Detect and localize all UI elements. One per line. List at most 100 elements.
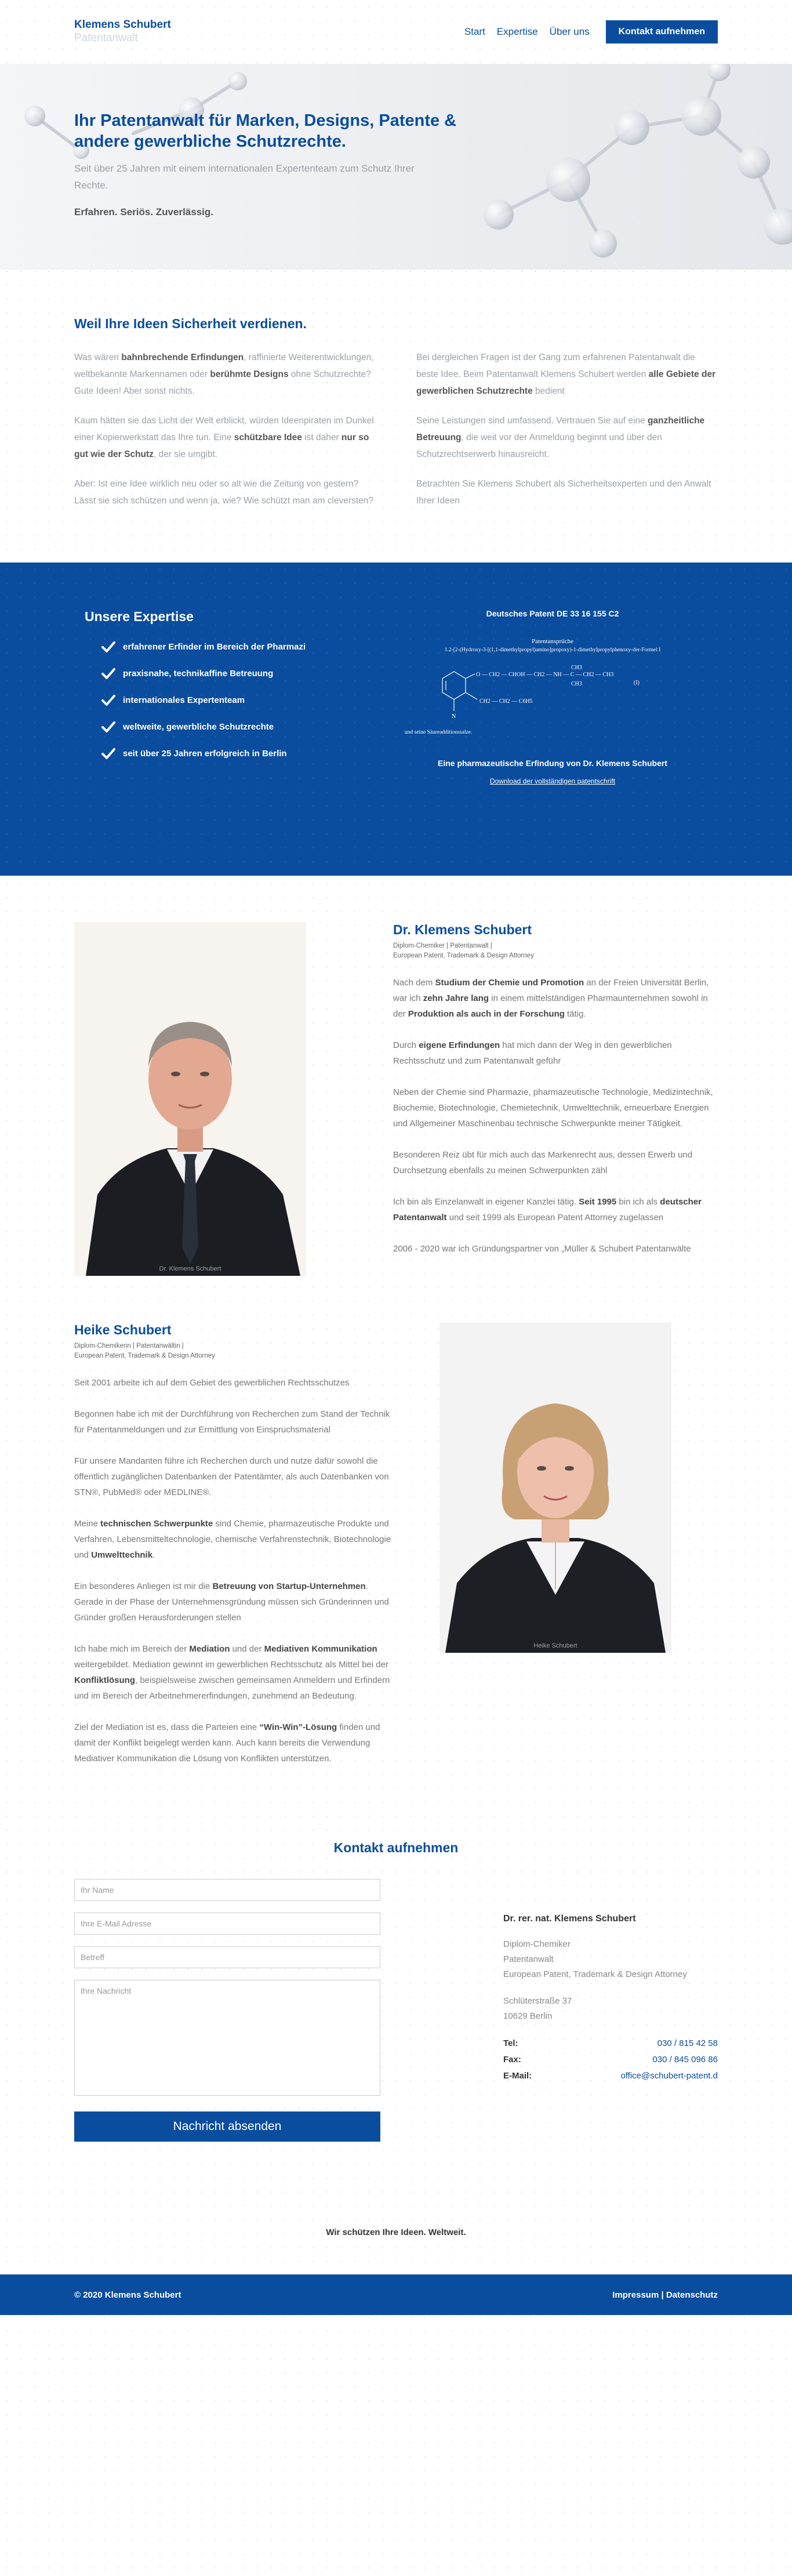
patent-caption: Eine pharmazeutische Erfindung von Dr. K…: [438, 759, 667, 768]
expertise-item-label: praxisnahe, technikaffine Betreuung: [123, 668, 274, 679]
expertise-title: Unsere Expertise: [85, 609, 194, 624]
contact-street: Schlüterstraße 37: [503, 1996, 572, 2006]
chemical-structure-image: CH3 O — CH2 — CHOH — CH2 — NH — C — CH2 …: [442, 665, 640, 720]
intro-paragraph: Betrachten Sie Klemens Schubert als Sich…: [416, 479, 711, 506]
intro-paragraph: Kaum hätten sie das Licht der Welt erbli…: [74, 416, 374, 459]
patent-download-link[interactable]: Download der vollständigen patentschrift: [490, 777, 615, 785]
expertise-item-label: seit über 25 Jahren erfolgreich in Berli…: [123, 748, 287, 759]
bio-paragraph: Durch eigene Erfindungen hat mich dann d…: [393, 1040, 672, 1066]
klemens-name: Dr. Klemens Schubert: [393, 922, 532, 937]
expertise-item: erfahrener Erfinder im Bereich der Pharm…: [101, 638, 399, 655]
nav-expertise[interactable]: Expertise: [497, 26, 538, 38]
phone-label: Tel:: [503, 2038, 518, 2048]
fax-row: Fax: 030 / 845 096 86: [503, 2052, 718, 2068]
expertise-item: seit über 25 Jahren erfolgreich in Berli…: [101, 745, 399, 761]
checkmark-icon: [101, 668, 115, 679]
expertise-item: internationales Expertenteam: [101, 692, 399, 708]
bio-paragraph: Besonderen Reiz übt für mich auch das Ma…: [393, 1150, 693, 1175]
formula-side-chain: CH2 — CH2 — C6H5: [479, 698, 533, 705]
klemens-portrait-photo: Dr. Klemens Schubert: [74, 922, 306, 1276]
fax-value: 030 / 845 096 86: [652, 2055, 718, 2065]
intro-paragraph: Bei dergleichen Fragen ist der Gang zum …: [416, 353, 716, 396]
hero-title: Ihr Patentanwalt für Marken, Designs, Pa…: [74, 111, 457, 151]
email-input[interactable]: [74, 1913, 380, 1935]
intro-paragraph: Seine Leistungen sind umfassend. Vertrau…: [416, 416, 705, 459]
intro-title: Weil Ihre Ideen Sicherheit verdienen.: [74, 316, 307, 331]
intro-section: Weil Ihre Ideen Sicherheit verdienen. Wa…: [0, 270, 792, 563]
send-message-button[interactable]: Nachricht absenden: [74, 2111, 380, 2142]
heike-portrait-photo: Heike Schubert: [439, 1322, 671, 1653]
bio-paragraph: Meine technischen Schwerpunkte sind Chem…: [74, 1519, 391, 1560]
slogan: Wir schützen Ihre Ideen. Weltweit.: [326, 2227, 466, 2237]
intro-left-column: Was wären bahnbrechende Erfindungen, raf…: [74, 349, 376, 522]
phone-link[interactable]: 030 / 815 42 58: [657, 2036, 718, 2052]
copyright: © 2020 Klemens Schubert: [74, 2290, 181, 2300]
logo[interactable]: Klemens Schubert Patentanwalt: [74, 19, 171, 45]
heike-meta: Diplom-Chemikerin | Patentanwältin | Eur…: [74, 1343, 215, 1359]
expertise-item-label: weltweite, gewerbliche Schutzrechte: [123, 721, 274, 732]
fax-label: Fax:: [503, 2055, 521, 2065]
email-label: E-Mail:: [503, 2071, 532, 2081]
profile-klemens: Dr. Klemens Schubert Dr. Klemens Schuber…: [0, 876, 792, 1276]
contact-form: Nachricht absenden: [74, 1879, 380, 2142]
contact-info-line: Patentanwalt: [503, 1954, 554, 1964]
phone-row: Tel: 030 / 815 42 58: [503, 2036, 718, 2052]
checkmark-icon: [101, 721, 115, 732]
main-nav: Start Expertise Über uns Kontakt aufnehm…: [453, 20, 718, 43]
contact-info-line: Diplom-Chemiker: [503, 1939, 571, 1949]
nav-ueber-uns[interactable]: Über uns: [550, 26, 590, 38]
logo-name: Klemens Schubert: [74, 19, 171, 31]
subject-input[interactable]: [74, 1946, 380, 1968]
patent-formula-text: 1.2-[2-(Hydroxy-3-[(1,1-dimethylpropyl)a…: [444, 647, 661, 653]
patent-claims-heading: Patentansprüche: [531, 638, 574, 645]
message-textarea[interactable]: [74, 1980, 380, 2096]
nav-start[interactable]: Start: [464, 26, 485, 38]
expertise-section: Unsere Expertise erfahrener Erfinder im …: [0, 563, 792, 876]
profile-heike: Heike Schubert Diplom-Chemikerin | Paten…: [0, 1276, 792, 1782]
expertise-item: weltweite, gewerbliche Schutzrechte: [101, 719, 399, 735]
contact-info: Dr. rer. nat. Klemens Schubert Diplom-Ch…: [503, 1879, 718, 2142]
heike-name: Heike Schubert: [74, 1322, 172, 1337]
bio-paragraph: Ich bin als Einzelanwalt in eigener Kanz…: [393, 1197, 702, 1222]
formula-main-chain: O — CH2 — CHOH — CH2 — NH — C — CH2 — CH…: [476, 672, 613, 678]
hero-section: Ihr Patentanwalt für Marken, Designs, Pa…: [0, 64, 792, 270]
hero-claim: Erfahren. Seriös. Zuverlässig.: [74, 206, 213, 217]
expertise-item-label: internationales Expertenteam: [123, 695, 245, 705]
expertise-item-label: erfahrener Erfinder im Bereich der Pharm…: [123, 641, 306, 652]
patent-excerpt: Deutsches Patent DE 33 16 155 C2 Patenta…: [399, 609, 706, 786]
logo-subtitle: Patentanwalt: [74, 32, 138, 44]
contact-cta-button[interactable]: Kontakt aufnehmen: [605, 20, 718, 43]
bio-paragraph: Neben der Chemie sind Pharmazie, pharmaz…: [393, 1087, 713, 1129]
formula-ch3-bottom: CH3: [571, 681, 582, 687]
bio-paragraph: Ich habe mich im Bereich der Mediation u…: [74, 1644, 390, 1701]
contact-city: 10629 Berlin: [503, 2011, 553, 2021]
site-header: Klemens Schubert Patentanwalt Start Expe…: [0, 0, 792, 64]
site-footer: © 2020 Klemens Schubert Impressum | Date…: [0, 2274, 792, 2315]
bio-paragraph: Ein besonderes Anliegen ist mir die Betr…: [74, 1581, 389, 1623]
contact-info-line: European Patent, Trademark & Design Atto…: [503, 1969, 687, 1979]
name-input[interactable]: [74, 1879, 380, 1901]
legal-links[interactable]: Impressum | Datenschutz: [612, 2290, 718, 2300]
bio-paragraph: Ziel der Mediation ist es, dass die Part…: [74, 1722, 380, 1764]
photo-caption: Dr. Klemens Schubert: [159, 1265, 221, 1272]
formula-roman: (I): [634, 680, 640, 686]
email-link[interactable]: office@schubert-patent.d: [620, 2068, 718, 2084]
contact-info-name: Dr. rer. nat. Klemens Schubert: [503, 1914, 636, 1924]
bio-paragraph: Seit 2001 arbeite ich auf dem Gebiet des…: [74, 1378, 350, 1388]
patent-title: Deutsches Patent DE 33 16 155 C2: [486, 609, 619, 618]
bio-paragraph: Nach dem Studium der Chemie und Promotio…: [393, 978, 709, 1019]
email-row: E-Mail: office@schubert-patent.d: [503, 2068, 718, 2084]
contact-title: Kontakt aufnehmen: [333, 1840, 459, 1855]
hero-lead: Seit über 25 Jahren mit einem internatio…: [74, 163, 415, 191]
formula-ch3-top: CH3: [571, 665, 582, 671]
intro-paragraph: Was wären bahnbrechende Erfindungen, raf…: [74, 353, 374, 396]
photo-caption: Heike Schubert: [533, 1642, 577, 1649]
klemens-meta: Diplom-Chemiker | Patentanwalt | Europea…: [393, 942, 534, 959]
checkmark-icon: [101, 641, 115, 652]
checkmark-icon: [101, 748, 115, 759]
formula-n-label: N: [452, 713, 456, 720]
patent-subtext: und seine Säureadditionssalze.: [405, 730, 473, 735]
intro-right-column: Bei dergleichen Fragen ist der Gang zum …: [416, 349, 718, 522]
checkmark-icon: [101, 695, 115, 706]
bio-paragraph: Begonnen habe ich mit der Durchführung v…: [74, 1409, 390, 1435]
